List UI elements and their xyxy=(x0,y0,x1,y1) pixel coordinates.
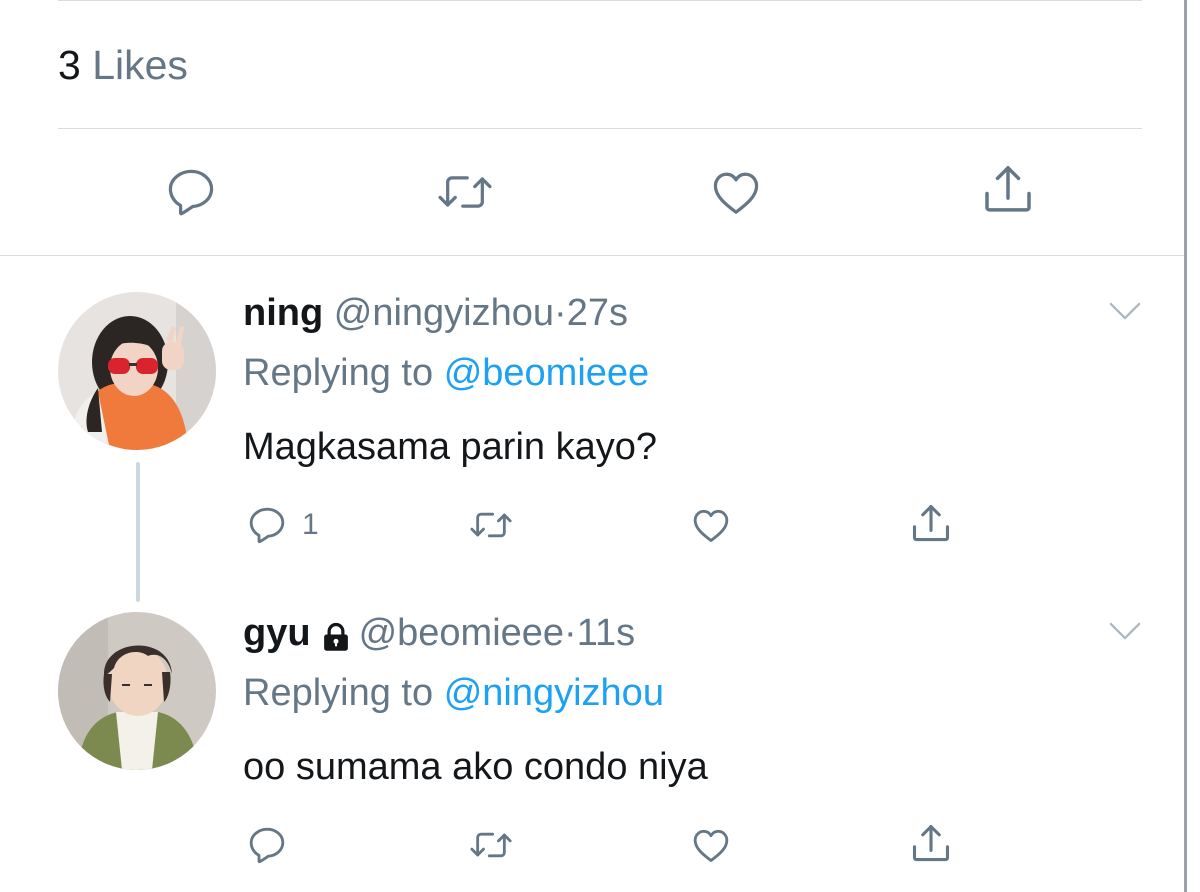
user-handle[interactable]: @ningyizhou xyxy=(334,292,554,334)
replying-to: Replying to @ningyizhou xyxy=(243,670,664,716)
replying-to-handle[interactable]: @ningyizhou xyxy=(444,672,664,714)
tweet-text: Magkasama parin kayo? xyxy=(243,426,657,468)
timestamp[interactable]: 27s xyxy=(567,292,628,334)
reply-icon[interactable] xyxy=(246,825,288,865)
tweet-header: ning @ningyizhou·27s xyxy=(243,290,628,336)
reply-count: 1 xyxy=(302,508,319,541)
tweet-header: gyu @beomieee·11s xyxy=(243,610,635,656)
top-divider xyxy=(58,0,1142,1)
share-icon[interactable] xyxy=(980,162,1036,218)
share-icon[interactable] xyxy=(909,502,953,546)
replying-to: Replying to @beomieee xyxy=(243,350,649,396)
replying-to-handle[interactable]: @beomieee xyxy=(444,352,649,394)
share-icon[interactable] xyxy=(909,822,953,866)
retweet-icon[interactable] xyxy=(466,505,516,545)
chevron-down-icon[interactable] xyxy=(1108,298,1142,324)
scrollbar[interactable] xyxy=(1184,0,1187,892)
replying-to-label: Replying to xyxy=(243,672,434,714)
likes-number: 3 xyxy=(58,42,81,88)
retweet-icon[interactable] xyxy=(466,825,516,865)
lock-icon xyxy=(321,617,351,651)
reply-icon[interactable] xyxy=(163,166,219,218)
likes-count[interactable]: 3 Likes xyxy=(58,42,188,89)
heart-icon[interactable] xyxy=(689,505,733,545)
heart-icon[interactable] xyxy=(689,825,733,865)
tweet-text: oo sumama ako condo niya xyxy=(243,746,708,788)
likes-label: Likes xyxy=(92,42,188,88)
separator-dot: · xyxy=(564,612,577,654)
likes-divider xyxy=(58,128,1142,129)
heart-icon[interactable] xyxy=(708,166,764,218)
avatar[interactable] xyxy=(58,612,216,770)
section-divider xyxy=(0,255,1184,256)
thread-connector xyxy=(136,462,140,602)
retweet-icon[interactable] xyxy=(433,166,497,218)
avatar[interactable] xyxy=(58,292,216,450)
separator-dot: · xyxy=(554,292,567,334)
user-handle[interactable]: @beomieee xyxy=(359,612,564,654)
display-name[interactable]: gyu xyxy=(243,612,311,654)
timestamp[interactable]: 11s xyxy=(577,612,635,654)
replying-to-label: Replying to xyxy=(243,352,434,394)
chevron-down-icon[interactable] xyxy=(1108,618,1142,644)
reply-icon[interactable] xyxy=(246,505,288,545)
display-name[interactable]: ning xyxy=(243,292,323,334)
